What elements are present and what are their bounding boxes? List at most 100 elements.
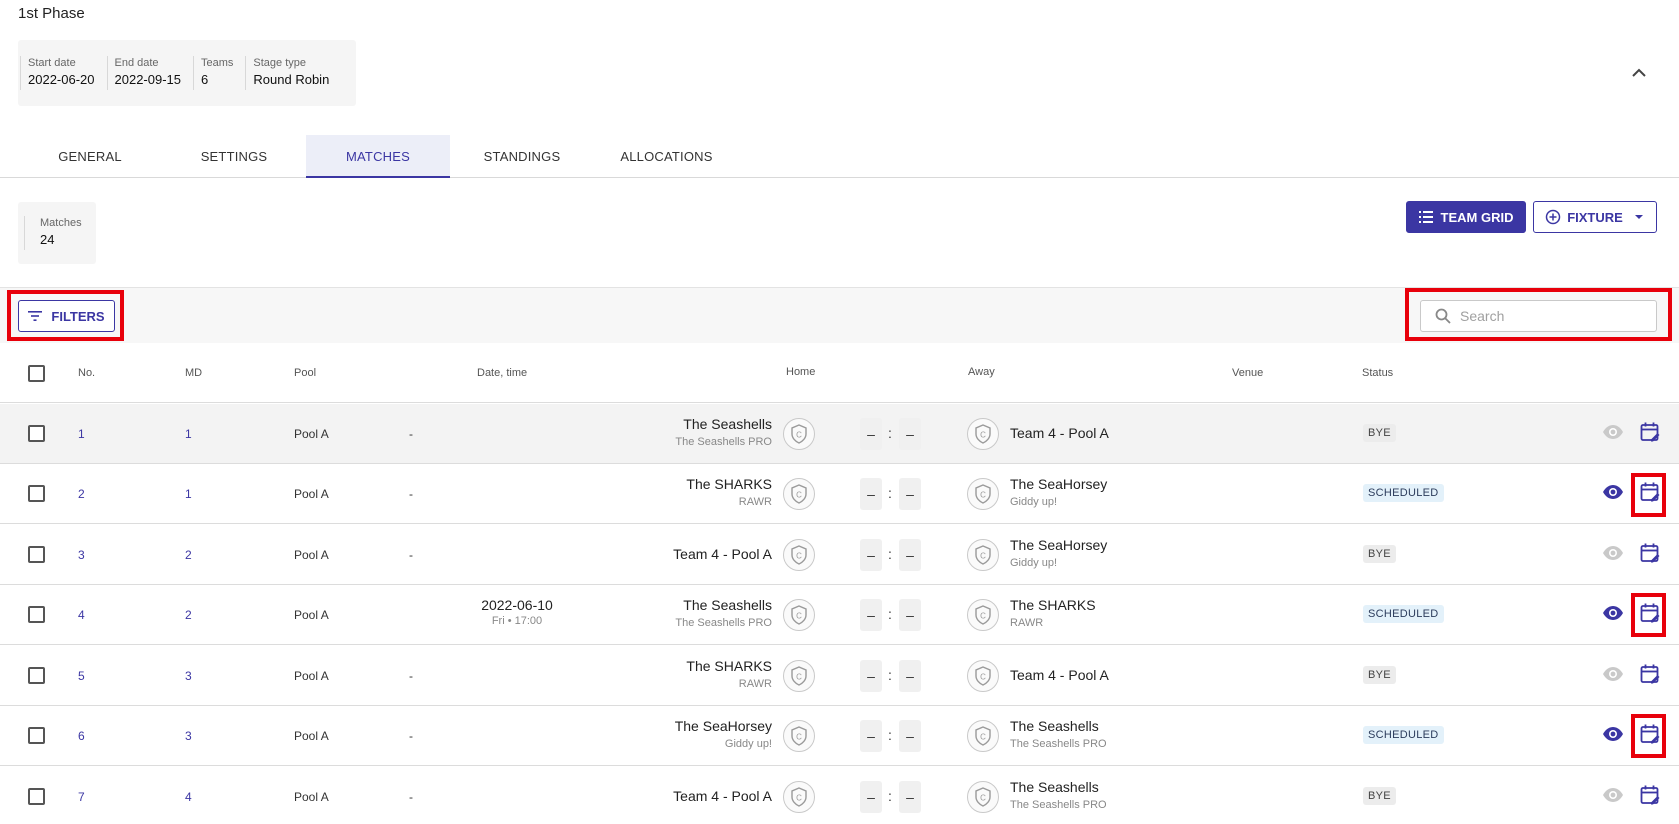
away-team[interactable]: Team 4 - Pool A: [1010, 667, 1109, 684]
search-input[interactable]: [1460, 308, 1640, 324]
status-badge: BYE: [1363, 424, 1396, 442]
home-team-sub: The Seashells PRO: [675, 617, 772, 629]
match-number[interactable]: 7: [78, 790, 85, 804]
tab-standings[interactable]: STANDINGS: [451, 135, 593, 178]
away-score[interactable]: –: [899, 478, 921, 510]
match-number[interactable]: 4: [78, 608, 85, 622]
match-number[interactable]: 2: [78, 487, 85, 501]
chevron-up-icon[interactable]: [1630, 64, 1648, 82]
row-checkbox[interactable]: [28, 425, 45, 442]
row-checkbox[interactable]: [28, 727, 45, 744]
home-logo-icon: C: [783, 478, 815, 510]
score-separator: :: [888, 485, 892, 501]
match-number[interactable]: 5: [78, 669, 85, 683]
row-checkbox[interactable]: [28, 667, 45, 684]
match-number[interactable]: 3: [78, 548, 85, 562]
fixture-button[interactable]: FIXTURE: [1533, 201, 1657, 233]
score-separator: :: [888, 788, 892, 804]
home-team[interactable]: The SHARKS RAWR: [686, 476, 772, 509]
search-field[interactable]: [1420, 300, 1657, 332]
home-score[interactable]: –: [860, 660, 882, 692]
tab-general[interactable]: GENERAL: [19, 135, 161, 178]
col-datetime: Date, time: [477, 367, 528, 379]
table-row[interactable]: 6 3 Pool A - The SeaHorsey Giddy up! C –: – C The …: [0, 706, 1679, 766]
table-row[interactable]: 1 1 Pool A - The Seashells The Seashells PRO C…: [0, 404, 1679, 464]
home-logo-icon: C: [783, 720, 815, 752]
calendar-edit-icon[interactable]: [1640, 784, 1660, 806]
match-number[interactable]: 1: [78, 427, 85, 441]
svg-text:C: C: [980, 794, 986, 803]
svg-text:C: C: [796, 431, 802, 440]
home-team[interactable]: The SHARKS RAWR: [686, 658, 772, 691]
select-all-checkbox[interactable]: [28, 365, 45, 382]
home-team[interactable]: The Seashells The Seashells PRO: [675, 416, 772, 449]
away-team[interactable]: The Seashells The Seashells PRO: [1010, 779, 1107, 812]
home-score[interactable]: –: [860, 599, 882, 631]
team-grid-button[interactable]: TEAM GRID: [1406, 201, 1526, 233]
away-team[interactable]: The SeaHorsey Giddy up!: [1010, 476, 1107, 509]
away-score[interactable]: –: [899, 781, 921, 813]
matchday: 3: [185, 669, 192, 683]
eye-icon[interactable]: [1602, 726, 1624, 742]
table-row[interactable]: 5 3 Pool A - The SHARKS RAWR C –: – C Team 4 - Poo…: [0, 646, 1679, 706]
filters-button[interactable]: FILTERS: [18, 300, 115, 332]
eye-icon[interactable]: [1602, 545, 1624, 561]
home-score[interactable]: –: [860, 418, 882, 450]
tab-settings[interactable]: SETTINGS: [163, 135, 305, 178]
status-badge: SCHEDULED: [1363, 484, 1444, 502]
add-circle-icon: [1545, 209, 1561, 225]
home-score[interactable]: –: [860, 539, 882, 571]
info-value: 2022-06-20: [28, 72, 95, 87]
home-score[interactable]: –: [860, 720, 882, 752]
home-team[interactable]: Team 4 - Pool A: [673, 546, 772, 563]
home-score[interactable]: –: [860, 781, 882, 813]
calendar-edit-icon[interactable]: [1640, 481, 1660, 503]
eye-icon[interactable]: [1602, 484, 1624, 500]
row-checkbox[interactable]: [28, 788, 45, 805]
table-row[interactable]: 7 4 Pool A - Team 4 - Pool A C –: – C The Seashel…: [0, 767, 1679, 824]
eye-icon[interactable]: [1602, 666, 1624, 682]
away-logo-icon: C: [967, 781, 999, 813]
phase-info-card: Start date 2022-06-20 End date 2022-09-1…: [18, 40, 356, 106]
eye-icon[interactable]: [1602, 605, 1624, 621]
away-logo-icon: C: [967, 539, 999, 571]
pool-name: Pool A: [294, 548, 329, 562]
away-team[interactable]: The SeaHorsey Giddy up!: [1010, 537, 1107, 570]
home-team[interactable]: The Seashells The Seashells PRO: [675, 597, 772, 630]
calendar-edit-icon[interactable]: [1640, 602, 1660, 624]
svg-text:C: C: [796, 794, 802, 803]
table-row[interactable]: 3 2 Pool A - Team 4 - Pool A C –: – C The SeaHors…: [0, 525, 1679, 585]
status-badge: SCHEDULED: [1363, 605, 1444, 623]
calendar-edit-icon[interactable]: [1640, 663, 1660, 685]
table-row[interactable]: 4 2 Pool A 2022-06-10 Fri • 17:00 The Seashel…: [0, 585, 1679, 645]
away-score[interactable]: –: [899, 599, 921, 631]
home-team[interactable]: The SeaHorsey Giddy up!: [675, 718, 772, 751]
away-team[interactable]: The SHARKS RAWR: [1010, 597, 1096, 630]
eye-icon[interactable]: [1602, 424, 1624, 440]
home-team[interactable]: Team 4 - Pool A: [673, 788, 772, 805]
row-checkbox[interactable]: [28, 546, 45, 563]
home-team-sub: The Seashells PRO: [675, 436, 772, 448]
away-score[interactable]: –: [899, 660, 921, 692]
col-status: Status: [1362, 367, 1394, 379]
away-score[interactable]: –: [899, 720, 921, 752]
calendar-edit-icon[interactable]: [1640, 723, 1660, 745]
calendar-edit-icon[interactable]: [1640, 421, 1660, 443]
tab-matches[interactable]: MATCHES: [306, 135, 450, 178]
home-score[interactable]: –: [860, 478, 882, 510]
row-checkbox[interactable]: [28, 485, 45, 502]
eye-icon[interactable]: [1602, 787, 1624, 803]
match-number[interactable]: 6: [78, 729, 85, 743]
row-checkbox[interactable]: [28, 606, 45, 623]
home-logo-icon: C: [783, 660, 815, 692]
away-score[interactable]: –: [899, 418, 921, 450]
pool-name: Pool A: [294, 487, 329, 501]
calendar-edit-icon[interactable]: [1640, 542, 1660, 564]
search-icon: [1435, 308, 1451, 324]
table-row[interactable]: 2 1 Pool A - The SHARKS RAWR C –: – C The SeaHorse…: [0, 464, 1679, 524]
matches-count-card: Matches 24: [18, 202, 96, 264]
away-score[interactable]: –: [899, 539, 921, 571]
away-team[interactable]: The Seashells The Seashells PRO: [1010, 718, 1107, 751]
tab-allocations[interactable]: ALLOCATIONS: [594, 135, 739, 178]
away-team[interactable]: Team 4 - Pool A: [1010, 425, 1109, 442]
